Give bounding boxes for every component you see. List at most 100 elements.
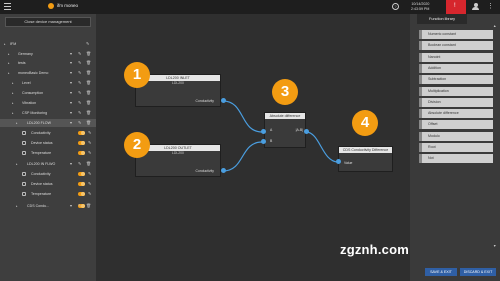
edit-icon[interactable]: ✎ xyxy=(78,99,81,107)
tree-item[interactable]: ▸ LDL200 IN FLWO ▾ ✎ 🗑 xyxy=(0,160,96,168)
tree-item[interactable]: ▸ Vibration ▾ ✎ 🗑 xyxy=(0,99,96,107)
edit-icon[interactable]: ✎ xyxy=(88,139,91,147)
edit-icon[interactable]: ✎ xyxy=(88,170,91,178)
tree-item[interactable]: Temperature ✎ xyxy=(0,149,96,157)
toggle-switch[interactable] xyxy=(78,150,85,155)
delete-icon[interactable]: 🗑 xyxy=(86,79,91,87)
delete-icon[interactable]: 🗑 xyxy=(86,202,91,210)
output-port[interactable] xyxy=(221,98,226,103)
tree-item[interactable]: ▸ CDS Condu... ▾ ✎ 🗑 xyxy=(0,202,96,210)
delete-icon[interactable]: 🗑 xyxy=(86,69,91,77)
input-port-a[interactable] xyxy=(261,129,266,134)
input-port-b[interactable] xyxy=(261,139,266,144)
tree-item[interactable]: Device status ✎ xyxy=(0,180,96,188)
toggle-switch[interactable] xyxy=(78,191,85,196)
edit-icon[interactable]: ✎ xyxy=(88,190,91,198)
function-library-tab[interactable]: Function library xyxy=(417,14,467,24)
edit-icon[interactable]: ✎ xyxy=(78,89,81,97)
expand-icon[interactable]: ▸ xyxy=(16,119,18,127)
toggle-switch[interactable] xyxy=(78,171,85,176)
save-exit-button[interactable]: SAVE & EXIT xyxy=(425,268,457,276)
input-port-value[interactable] xyxy=(336,159,341,164)
settings-icon[interactable]: ▾ xyxy=(70,50,72,58)
tree-item[interactable]: ▸ IFM ✎ xyxy=(0,40,96,48)
expand-icon[interactable]: ▸ xyxy=(12,109,14,117)
delete-icon[interactable]: 🗑 xyxy=(86,89,91,97)
delete-icon[interactable]: 🗑 xyxy=(86,99,91,107)
expand-icon[interactable]: ▸ xyxy=(4,40,6,48)
delete-icon[interactable]: 🗑 xyxy=(86,50,91,58)
tree-item[interactable]: ▸ moneoBasic Demo ▾ ✎ 🗑 xyxy=(0,69,96,77)
edit-icon[interactable]: ✎ xyxy=(88,180,91,188)
edit-icon[interactable]: ✎ xyxy=(78,202,81,210)
tree-item[interactable]: ▸ Level ▾ ✎ 🗑 xyxy=(0,79,96,87)
user-icon[interactable] xyxy=(472,3,479,10)
edit-icon[interactable]: ✎ xyxy=(86,40,89,48)
more-options-icon[interactable]: ⋮ xyxy=(487,3,494,10)
settings-icon[interactable]: ▾ xyxy=(70,109,72,117)
edit-icon[interactable]: ✎ xyxy=(88,149,91,157)
function-item[interactable]: Modulo xyxy=(419,131,493,141)
tree-item[interactable]: Conductivity ✎ xyxy=(0,129,96,137)
edit-icon[interactable]: ✎ xyxy=(78,50,81,58)
function-item[interactable]: Division xyxy=(419,97,493,107)
tree-item[interactable]: Temperature ✎ xyxy=(0,190,96,198)
edit-icon[interactable]: ✎ xyxy=(78,79,81,87)
scroll-up-icon[interactable]: ▲ xyxy=(493,24,496,28)
output-port[interactable] xyxy=(304,129,309,134)
delete-icon[interactable]: 🗑 xyxy=(86,109,91,117)
function-item[interactable]: Root xyxy=(419,143,493,152)
node-absolute-difference[interactable]: Absolute difference A B |A-B| xyxy=(264,112,306,148)
tree-item[interactable]: ▸ Consumption ▾ ✎ 🗑 xyxy=(0,89,96,97)
toggle-switch[interactable] xyxy=(78,130,85,135)
function-item[interactable]: Boolean constant xyxy=(419,41,493,51)
settings-icon[interactable]: ▾ xyxy=(70,79,72,87)
expand-icon[interactable]: ▸ xyxy=(16,202,18,210)
edit-icon[interactable]: ✎ xyxy=(78,160,81,168)
function-item[interactable]: Absolute difference xyxy=(419,109,493,119)
expand-icon[interactable]: ▸ xyxy=(12,99,14,107)
edit-icon[interactable]: ✎ xyxy=(78,69,81,77)
expand-icon[interactable]: ▸ xyxy=(8,59,10,67)
alert-button[interactable]: ! xyxy=(446,0,466,14)
node-cds-conductivity-difference[interactable]: CDS Conductivity Difference Value xyxy=(338,146,393,172)
toggle-switch[interactable] xyxy=(78,181,85,186)
function-item[interactable]: Offset xyxy=(419,120,493,130)
output-port[interactable] xyxy=(221,168,226,173)
expand-icon[interactable]: ▸ xyxy=(8,69,10,77)
function-item[interactable]: Multiplication xyxy=(419,86,493,96)
function-item[interactable]: Subtraction xyxy=(419,75,493,85)
tree-item[interactable]: ▸ tests ▾ ✎ 🗑 xyxy=(0,59,96,67)
menu-icon[interactable] xyxy=(4,3,11,10)
settings-icon[interactable]: ▾ xyxy=(70,59,72,67)
settings-icon[interactable]: ▾ xyxy=(70,89,72,97)
function-item[interactable]: Not xyxy=(419,154,493,164)
expand-icon[interactable]: ▸ xyxy=(16,160,18,168)
close-device-management-button[interactable]: Close device management xyxy=(5,17,91,27)
tree-item[interactable]: ▸ Germany ▾ ✎ 🗑 xyxy=(0,50,96,58)
settings-icon[interactable]: ▾ xyxy=(70,202,72,210)
function-item[interactable]: Numeric constant xyxy=(419,30,493,39)
tree-item[interactable]: Conductivity ✎ xyxy=(0,170,96,178)
settings-icon[interactable]: ▾ xyxy=(70,99,72,107)
edit-icon[interactable]: ✎ xyxy=(78,119,81,127)
help-icon[interactable]: ? xyxy=(392,3,399,10)
edit-icon[interactable]: ✎ xyxy=(88,129,91,137)
expand-icon[interactable]: ▸ xyxy=(12,89,14,97)
function-item[interactable]: Nanoint xyxy=(419,52,493,62)
expand-icon[interactable]: ▸ xyxy=(12,79,14,87)
settings-icon[interactable]: ▾ xyxy=(70,69,72,77)
settings-icon[interactable]: ▾ xyxy=(70,160,72,168)
edit-icon[interactable]: ✎ xyxy=(78,59,81,67)
delete-icon[interactable]: 🗑 xyxy=(86,160,91,168)
expand-icon[interactable]: ▸ xyxy=(8,50,10,58)
toggle-switch[interactable] xyxy=(78,140,85,145)
discard-exit-button[interactable]: DISCARD & EXIT xyxy=(460,268,496,276)
tree-item[interactable]: Device status ✎ xyxy=(0,139,96,147)
scroll-down-icon[interactable]: ▼ xyxy=(493,244,496,248)
tree-item[interactable]: ▸ CSP Monitoring ▾ ✎ 🗑 xyxy=(0,109,96,117)
delete-icon[interactable]: 🗑 xyxy=(86,119,91,127)
settings-icon[interactable]: ▾ xyxy=(70,119,72,127)
function-item[interactable]: Addition xyxy=(419,63,493,73)
delete-icon[interactable]: 🗑 xyxy=(86,59,91,67)
